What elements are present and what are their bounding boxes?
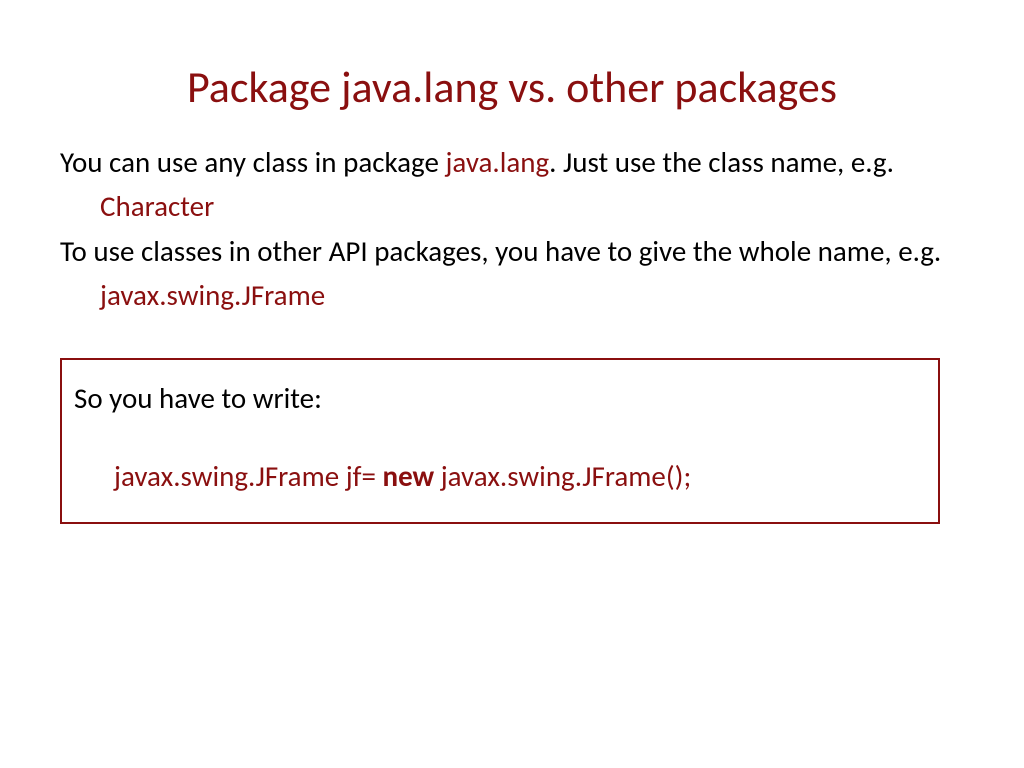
slide-title: Package java.lang vs. other packages [60,60,964,114]
p1-text-a: You can use any class in package [60,144,445,180]
p1-package-name: java.lang [445,144,549,180]
paragraph-2: To use classes in other API packages, yo… [60,233,964,269]
code-line: javax.swing.JFrame jf= new javax.swing.J… [74,458,926,494]
example-jframe: javax.swing.JFrame [60,277,964,313]
example-character: Character [60,188,964,224]
p1-text-c: . Just use the class name, e.g. [549,144,894,180]
code-keyword-new: new [383,458,441,494]
code-part-a: javax.swing.JFrame jf= [114,458,383,494]
code-box: So you have to write: javax.swing.JFrame… [60,358,940,524]
slide: Package java.lang vs. other packages You… [0,0,1024,768]
paragraph-1: You can use any class in package java.la… [60,144,964,180]
code-box-intro: So you have to write: [74,380,926,416]
code-part-c: javax.swing.JFrame(); [441,458,692,494]
